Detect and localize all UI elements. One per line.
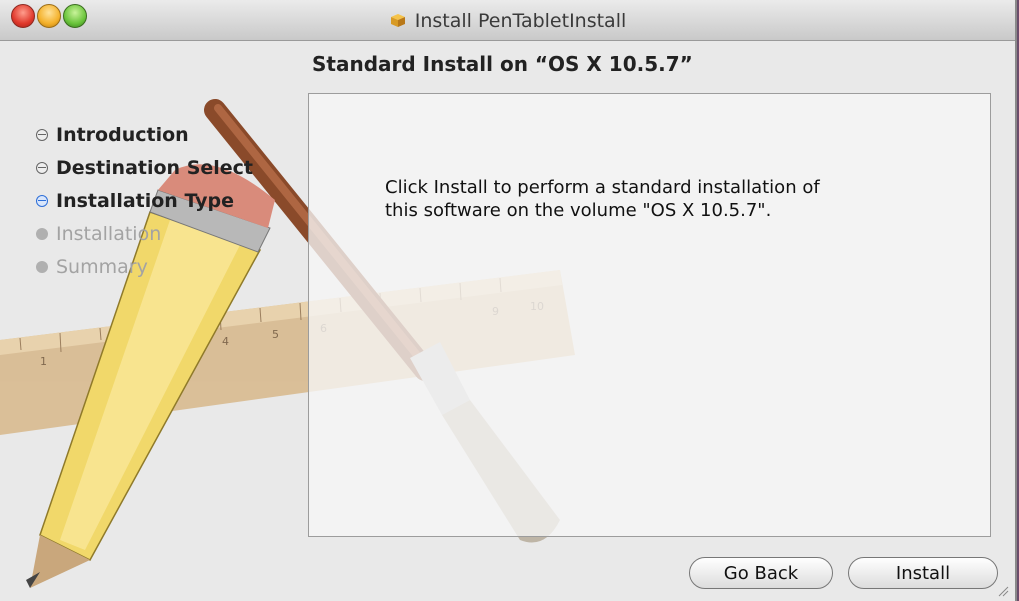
install-message: Click Install to perform a standard inst… — [385, 176, 905, 222]
install-message-line-2: this software on the volume "OS X 10.5.7… — [385, 200, 772, 221]
page-heading: Standard Install on “OS X 10.5.7” — [312, 52, 693, 76]
step-label: Installation Type — [56, 189, 235, 212]
step-label: Destination Select — [56, 156, 254, 179]
ruler-tick-4: 4 — [222, 335, 229, 348]
installer-steps-list: Introduction Destination Select Installa… — [36, 118, 253, 283]
go-back-button[interactable]: Go Back — [689, 557, 833, 589]
step-completed-icon — [36, 128, 48, 141]
step-label: Summary — [56, 255, 148, 278]
step-introduction: Introduction — [36, 118, 253, 151]
step-installation: Installation — [36, 217, 253, 250]
step-pending-icon — [36, 227, 48, 240]
step-completed-icon — [36, 161, 48, 174]
window-title-area: Install PenTabletInstall — [0, 10, 1015, 34]
install-message-line-1: Click Install to perform a standard inst… — [385, 177, 820, 198]
step-label: Installation — [56, 222, 162, 245]
step-pending-icon — [36, 260, 48, 273]
ruler-tick-5: 5 — [272, 328, 279, 341]
step-installation-type: Installation Type — [36, 184, 253, 217]
resize-grip-icon[interactable] — [997, 585, 1009, 597]
installer-window: Install PenTabletInstall 1 4 5 Standard … — [0, 0, 1017, 601]
ruler-tick-1: 1 — [40, 355, 47, 368]
window-title: Install PenTabletInstall — [414, 10, 627, 32]
step-summary: Summary — [36, 250, 253, 283]
package-icon — [389, 11, 407, 34]
step-current-icon — [36, 194, 48, 207]
install-button[interactable]: Install — [848, 557, 998, 589]
step-destination-select: Destination Select — [36, 151, 253, 184]
content-panel: Click Install to perform a standard inst… — [308, 93, 991, 537]
title-bar[interactable]: Install PenTabletInstall — [0, 0, 1015, 41]
step-label: Introduction — [56, 123, 189, 146]
